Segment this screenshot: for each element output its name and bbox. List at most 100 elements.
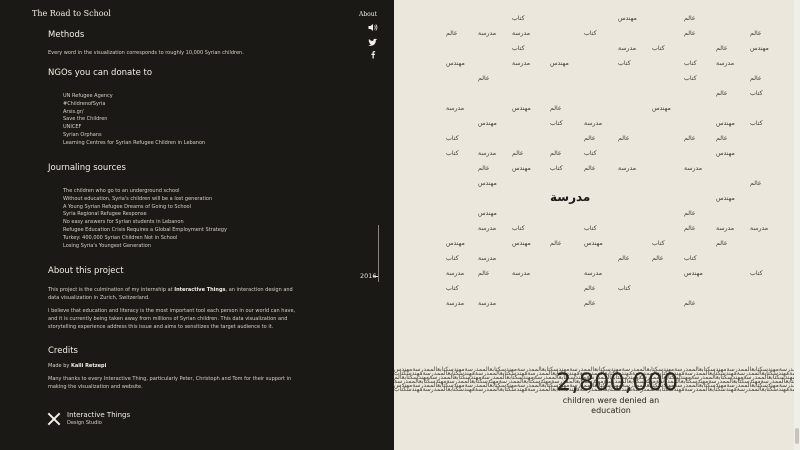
word-mark: مهندس xyxy=(512,240,531,247)
word-mark: مدرسة xyxy=(478,225,497,232)
stat-label: children were denied an education xyxy=(562,396,660,415)
word-mark: عالم xyxy=(584,135,596,142)
source-link[interactable]: Refugee Education Crisis Requires a Glob… xyxy=(63,227,227,235)
word-mark: كتاب xyxy=(550,165,563,172)
word-mark: مهندس xyxy=(716,120,735,127)
logo-subtitle: Design Studio xyxy=(67,420,102,426)
word-mark: مدرسة xyxy=(446,270,465,277)
logo-name: Interactive Things xyxy=(67,411,131,419)
facebook-icon[interactable] xyxy=(367,49,379,59)
word-mark: عالم xyxy=(684,30,696,37)
word-mark: كتاب xyxy=(684,60,697,67)
ngo-link[interactable]: UN Refugee Agency xyxy=(63,93,205,101)
word-mark: مدرسة xyxy=(512,60,531,67)
studio-link[interactable]: Interactive Things xyxy=(174,287,225,293)
credits-thanks: Many thanks to every Interactive Thing, … xyxy=(48,376,292,390)
word-mark: كتاب xyxy=(550,120,563,127)
ngo-link[interactable]: Syrian Orphans xyxy=(63,132,205,140)
studio-logo[interactable]: Interactive Things Design Studio xyxy=(47,411,130,427)
source-link[interactable]: Syria Regional Refugee Response xyxy=(63,211,227,219)
stat-number: 2,800,000 xyxy=(556,368,679,396)
word-mark: مدرسة xyxy=(750,225,769,232)
word-mark: عالم xyxy=(478,270,490,277)
ngo-link[interactable]: Arsis.gr/ xyxy=(63,109,205,117)
word-mark: عالم xyxy=(584,300,596,307)
source-link[interactable]: A Young Syrian Refugee Dreams of Going t… xyxy=(63,204,227,212)
ngos-heading: NGOs you can donate to xyxy=(48,68,153,78)
word-mark: مهندس xyxy=(446,60,465,67)
word-mark: كتاب xyxy=(652,240,665,247)
word-mark: مهندس xyxy=(618,15,637,22)
word-mark: مدرسة xyxy=(618,45,637,52)
word-mark: مهندس xyxy=(716,150,735,157)
scrollbar[interactable] xyxy=(794,0,800,450)
word-mark: مهندس xyxy=(652,105,671,112)
word-mark: عالم xyxy=(750,75,762,82)
word-mark: عالم xyxy=(716,240,728,247)
word-mark: عالم xyxy=(750,30,762,37)
about-link[interactable]: About xyxy=(359,11,377,18)
site-title[interactable]: The Road to School xyxy=(32,9,111,18)
word-mark: عالم xyxy=(716,45,728,52)
word-mark: مهندس xyxy=(512,165,531,172)
about-heading: About this project xyxy=(48,266,124,276)
timeline-track[interactable] xyxy=(378,225,379,282)
word-mark: كتاب xyxy=(446,135,459,142)
word-mark: كتاب xyxy=(618,285,631,292)
word-mark: كتاب xyxy=(446,150,459,157)
word-mark: عالم xyxy=(512,150,524,157)
word-mark: مدرسة xyxy=(684,165,703,172)
word-visualization[interactable]: كتاب مهندس عالم عالم مدرسة مدرسة كتاب عالم عالم ك… xyxy=(394,0,794,450)
source-link[interactable]: Turkey: 400,000 Syrian Children Not in S… xyxy=(63,235,227,243)
word-mark: مهندس xyxy=(550,60,569,67)
word-mark: عالم xyxy=(584,165,596,172)
word-mark: مهندس xyxy=(512,105,531,112)
source-link[interactable]: No easy answers for Syrian students in L… xyxy=(63,219,227,227)
word-mark: كتاب xyxy=(446,255,459,262)
about-paragraph-2: I believe that education and literacy is… xyxy=(48,308,296,330)
ngo-link[interactable]: #ChildrenofSyria xyxy=(63,101,205,109)
word-mark: مهندس xyxy=(584,240,603,247)
speaker-icon[interactable] xyxy=(367,22,379,32)
twitter-icon[interactable] xyxy=(367,37,379,47)
info-panel: The Road to School About 2016 Methods Ev… xyxy=(0,0,394,450)
featured-word: مدرسة xyxy=(550,190,591,204)
word-mark: كتاب xyxy=(512,15,525,22)
sources-heading: Journaling sources xyxy=(48,163,126,173)
word-mark: عالم xyxy=(684,300,696,307)
word-mark: مهندس xyxy=(478,120,497,127)
word-mark: عالم xyxy=(716,135,728,142)
word-mark: مدرسة xyxy=(584,120,603,127)
word-mark: عالم xyxy=(684,225,696,232)
credits-author-line: Made by Kalli Retzepi xyxy=(48,362,298,370)
word-mark: كتاب xyxy=(618,60,631,67)
ngo-link[interactable]: UNICEF xyxy=(63,124,205,132)
word-mark: عالم xyxy=(684,135,696,142)
word-mark: مهندس xyxy=(684,270,703,277)
ngo-link[interactable]: Save the Children xyxy=(63,116,205,124)
ngo-link[interactable]: Learning Centres for Syrian Refugee Chil… xyxy=(63,140,205,148)
word-mark: عالم xyxy=(584,285,596,292)
word-mark: كتاب xyxy=(750,120,763,127)
source-link[interactable]: Without education, Syria's children will… xyxy=(63,196,227,204)
word-mark: كتاب xyxy=(750,270,763,277)
word-mark: مهندس xyxy=(750,45,769,52)
word-mark: مدرسة xyxy=(446,105,465,112)
word-mark: عالم xyxy=(618,255,630,262)
word-mark: مدرسة xyxy=(716,60,735,67)
methods-heading: Methods xyxy=(48,30,85,40)
word-mark: عالم xyxy=(652,255,664,262)
word-mark: عالم xyxy=(550,150,562,157)
word-mark: عالم xyxy=(478,165,490,172)
word-mark: عالم xyxy=(446,30,458,37)
word-mark: مدرسة xyxy=(512,270,531,277)
word-mark: عالم xyxy=(684,210,696,217)
sources-list: The children who go to an underground sc… xyxy=(63,188,227,250)
scrollbar-thumb[interactable] xyxy=(795,428,799,444)
source-link[interactable]: Losing Syria's Youngest Generation xyxy=(63,243,227,251)
source-link[interactable]: The children who go to an underground sc… xyxy=(63,188,227,196)
about-text: This project is the culmination of my in… xyxy=(48,287,175,293)
word-mark: كتاب xyxy=(584,225,597,232)
timeline-year: 2016 xyxy=(360,272,377,280)
word-mark: كتاب xyxy=(512,225,525,232)
